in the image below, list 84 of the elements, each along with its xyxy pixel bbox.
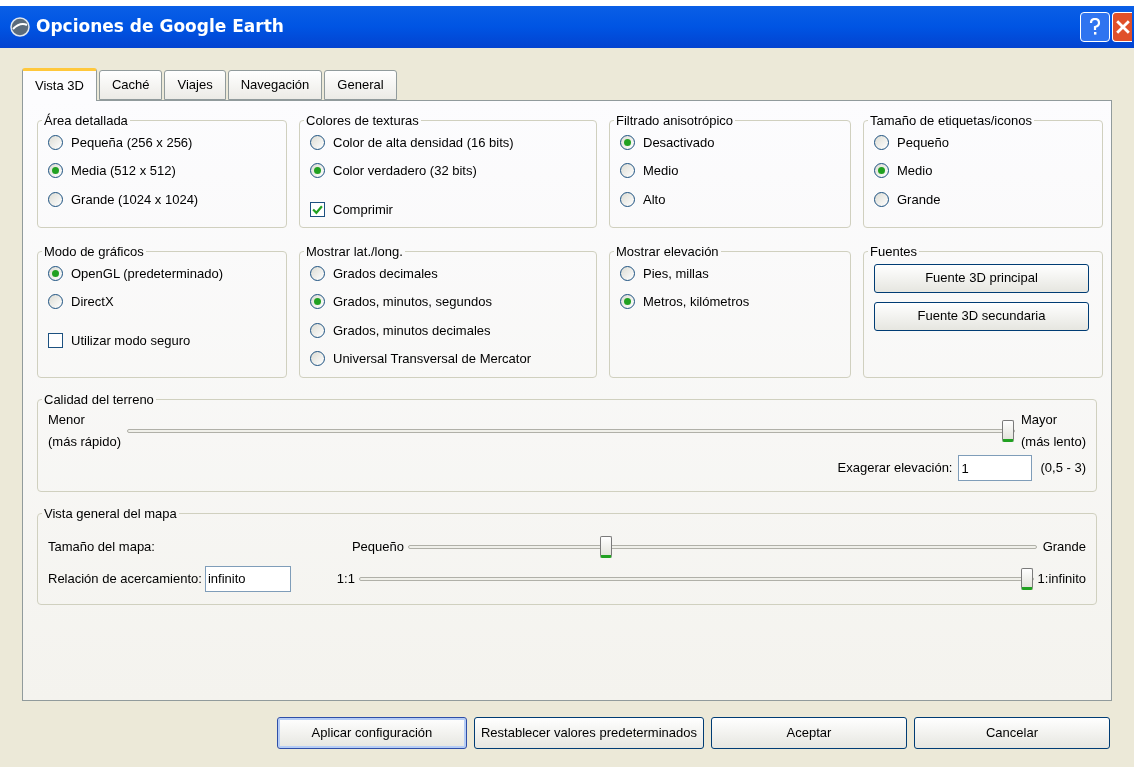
slider-thumb[interactable] — [1020, 567, 1033, 590]
tab[interactable]: General — [324, 70, 397, 100]
radio-button[interactable] — [620, 191, 635, 207]
close-button[interactable] — [1112, 12, 1132, 42]
group-title: Vista general del mapa — [43, 505, 178, 523]
radio-button[interactable] — [620, 134, 635, 150]
option-label: Universal Transversal de Mercator — [333, 350, 531, 368]
input-field[interactable]: 1 — [958, 455, 1033, 481]
group-title: Fuentes — [869, 243, 918, 261]
help-icon — [1089, 18, 1101, 36]
option-label: Color de alta densidad (16 bits) — [333, 133, 514, 152]
font-button[interactable]: Fuente 3D secundaria — [874, 301, 1089, 331]
option-label: Media (512 x 512) — [71, 162, 176, 180]
slider-max-label: Mayor (más lento) — [1020, 411, 1086, 451]
group-title: Modo de gráficos — [43, 243, 145, 261]
slider-min-label: Pequeño — [350, 537, 404, 556]
field-label: Relación de acercamiento: — [48, 569, 202, 588]
option-label: Grados, minutos decimales — [333, 321, 491, 340]
radio-button[interactable] — [310, 294, 325, 310]
tab[interactable]: Vista 3D — [22, 68, 97, 101]
input-field[interactable]: infinito — [204, 565, 291, 592]
radio-button[interactable] — [310, 265, 325, 281]
window-title: Opciones de Google Earth — [36, 15, 284, 39]
help-button[interactable] — [1080, 12, 1110, 42]
radio-button[interactable] — [310, 134, 325, 150]
field-label: Exagerar elevación: — [837, 459, 953, 478]
slider-min-label: 1:1 — [335, 569, 355, 588]
tab[interactable]: Viajes — [164, 70, 226, 100]
group-title: Área detallada — [43, 112, 129, 130]
range-hint: (0,5 - 3) — [1040, 459, 1086, 478]
option-label: Pequeña (256 x 256) — [71, 133, 193, 152]
slider-max-label: 1:infinito — [1037, 569, 1086, 588]
group-title: Mostrar elevación — [615, 243, 720, 261]
radio-button[interactable] — [48, 265, 63, 281]
checkbox[interactable] — [48, 332, 63, 348]
radio-button[interactable] — [620, 294, 635, 310]
radio-button[interactable] — [48, 191, 63, 207]
option-label: Desactivado — [643, 133, 715, 152]
radio-button[interactable] — [620, 163, 635, 179]
group-title: Colores de texturas — [305, 112, 420, 130]
radio-button[interactable] — [48, 134, 63, 150]
option-label: Utilizar modo seguro — [71, 331, 191, 350]
globe-icon — [10, 17, 30, 37]
option-label: Medio — [643, 162, 679, 180]
radio-button[interactable] — [874, 163, 889, 179]
radio-button[interactable] — [874, 191, 889, 207]
tab[interactable]: Navegación — [227, 70, 323, 100]
option-label: Pequeño — [897, 133, 950, 152]
group-title: Mostrar lat./long. — [305, 243, 404, 261]
close-icon — [1115, 20, 1130, 34]
option-label: OpenGL (predeterminado) — [71, 264, 223, 283]
option-label: Metros, kilómetros — [643, 293, 750, 311]
option-label: Medio — [897, 162, 933, 180]
dialog-button[interactable]: Cancelar — [914, 717, 1110, 749]
tab[interactable]: Caché — [98, 70, 163, 100]
group-title: Calidad del terreno — [43, 390, 155, 409]
radio-button[interactable] — [620, 265, 635, 281]
group-title: Filtrado anisotrópico — [615, 112, 735, 130]
group-title: Tamaño de etiquetas/iconos — [869, 112, 1033, 130]
dialog-button[interactable]: Aceptar — [711, 717, 907, 749]
radio-button[interactable] — [48, 163, 63, 179]
slider-thumb[interactable] — [599, 535, 612, 558]
option-label: DirectX — [71, 293, 114, 311]
option-label: Pies, millas — [643, 264, 709, 283]
radio-button[interactable] — [310, 163, 325, 179]
field-label: Tamaño del mapa: — [48, 537, 156, 556]
font-button[interactable]: Fuente 3D principal — [874, 263, 1089, 293]
slider-max-label: Grande — [1042, 537, 1086, 556]
radio-button[interactable] — [874, 134, 889, 150]
option-label: Grados, minutos, segundos — [333, 293, 492, 311]
option-label: Grande — [897, 190, 941, 209]
radio-button[interactable] — [48, 294, 63, 310]
dialog-button[interactable]: Restablecer valores predeterminados — [473, 717, 704, 749]
slider-thumb[interactable] — [1001, 420, 1014, 442]
radio-button[interactable] — [310, 322, 325, 338]
option-label: Color verdadero (32 bits) — [333, 162, 477, 180]
option-label: Grados decimales — [333, 264, 438, 283]
option-label: Alto — [643, 190, 666, 209]
slider-min-label: Menor (más rápido) — [48, 411, 121, 451]
radio-button[interactable] — [310, 351, 325, 367]
checkbox[interactable] — [310, 201, 325, 217]
dialog-button[interactable]: Aplicar configuración — [276, 717, 467, 749]
option-label: Comprimir — [333, 200, 393, 219]
option-label: Grande (1024 x 1024) — [71, 190, 199, 209]
